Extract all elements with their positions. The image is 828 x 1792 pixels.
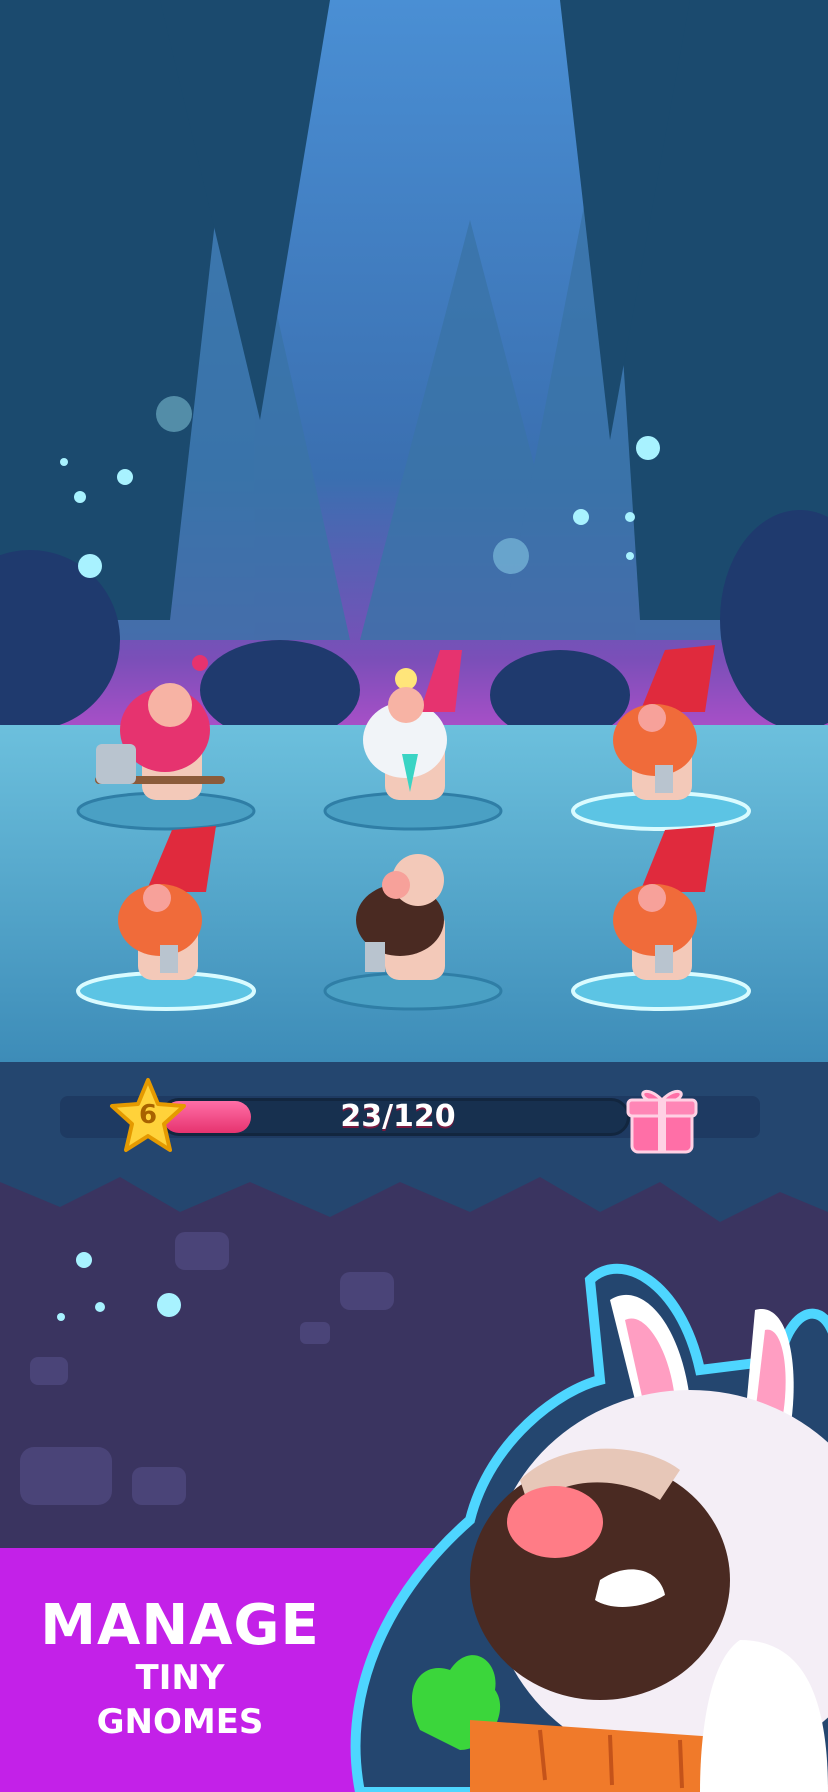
hammer-icon	[365, 942, 385, 972]
hammer-icon	[655, 765, 673, 793]
gnome-slot-6[interactable]	[571, 826, 751, 1011]
gnome-roster	[76, 645, 751, 1011]
gnome-brown-beard	[356, 854, 445, 980]
gnome-white-beard	[363, 650, 462, 800]
gnome-ginger-beard	[613, 826, 715, 980]
gnome-pink-beard	[95, 655, 225, 800]
progress-hud: 23/120 6	[0, 1062, 828, 1172]
hammer-icon	[655, 945, 673, 973]
bunny-gnome-mascot	[350, 1263, 828, 1792]
gnome-nose-icon	[507, 1486, 603, 1558]
gnome-slot-2[interactable]	[323, 650, 503, 831]
gift-icon[interactable]	[626, 1080, 698, 1156]
gnome-ginger-beard	[118, 826, 216, 980]
helmet-lamp-icon	[395, 668, 417, 690]
bunny-gnome-character	[350, 1263, 828, 1792]
hammer-icon	[160, 945, 178, 973]
gnome-slot-4[interactable]	[76, 826, 256, 1011]
gnome-ginger-beard	[613, 645, 715, 800]
game-scene: 23/120 6 MANAGE TINY GNOMES	[0, 0, 828, 1792]
gnome-slot-5[interactable]	[323, 854, 503, 1011]
level-number: 6	[138, 1100, 158, 1130]
gnome-slot-3[interactable]	[571, 645, 751, 831]
gnome-slot-1[interactable]	[76, 655, 256, 831]
xp-progress-bar: 23/120	[160, 1098, 630, 1136]
xp-progress-label: 23/120	[340, 1099, 456, 1134]
